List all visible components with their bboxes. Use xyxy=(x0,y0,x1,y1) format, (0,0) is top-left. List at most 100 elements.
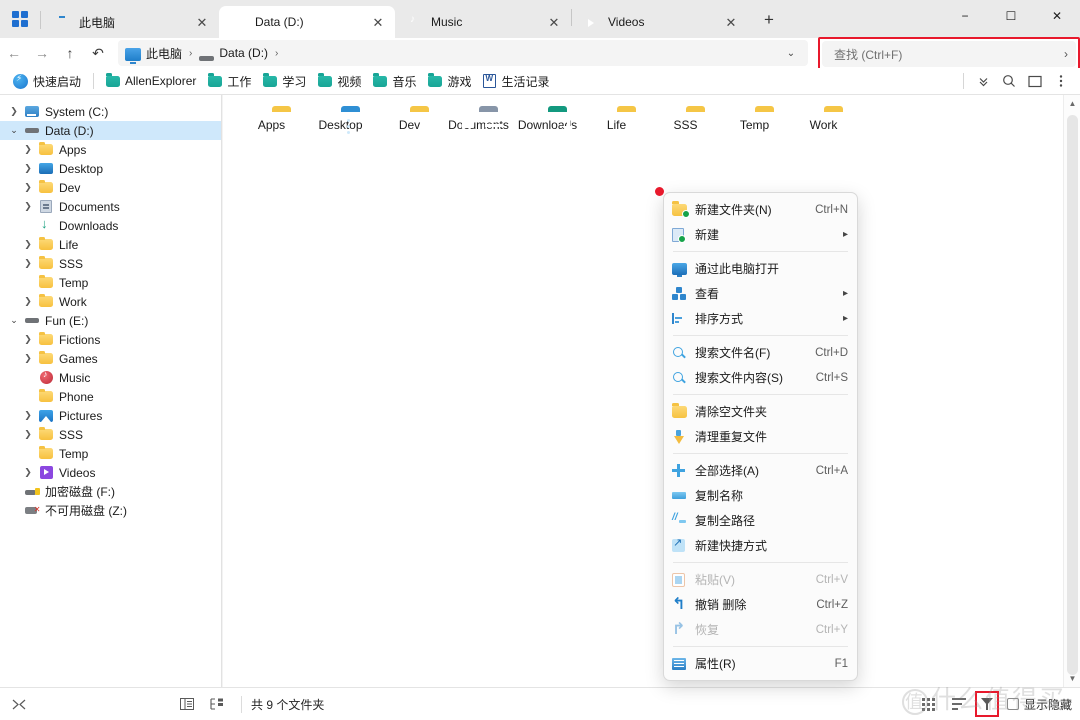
chevron-right-icon[interactable]: ❯ xyxy=(6,106,22,117)
breadcrumb-dropdown-icon[interactable]: ⌄ xyxy=(778,48,804,59)
file-item-dev[interactable]: Dev xyxy=(375,103,444,181)
context-menu[interactable]: 新建文件夹(N) Ctrl+N 新建 ▸ 通过此电脑打开 查看 ▸ 排序方式 ▸ xyxy=(663,192,858,681)
tab-close-icon[interactable]: ✕ xyxy=(543,11,565,33)
show-hidden-checkbox[interactable] xyxy=(1006,698,1019,710)
filter-icon[interactable] xyxy=(974,691,1000,717)
file-item-downloads[interactable]: Downloads xyxy=(513,103,582,181)
sidebar-item-dev[interactable]: ❯ Dev xyxy=(0,178,221,197)
minimize-button[interactable]: − xyxy=(942,0,988,32)
sidebar-item-temp-e[interactable]: Temp xyxy=(0,444,221,463)
close-button[interactable]: ✕ xyxy=(1034,0,1080,32)
navigation-pane[interactable]: ❯ System (C:) ⌄ Data (D:) ❯ Apps ❯ Deskt… xyxy=(0,95,222,687)
tab-this-pc[interactable]: 此电脑 ✕ xyxy=(43,6,219,38)
breadcrumb-separator[interactable]: › xyxy=(185,48,196,59)
chevron-right-icon[interactable]: ❯ xyxy=(20,182,36,193)
sidebar-item-pictures[interactable]: ❯ Pictures xyxy=(0,406,221,425)
breadcrumb[interactable]: 此电脑 › Data (D:) › ⌄ xyxy=(118,40,808,66)
sidebar-item-fictions[interactable]: ❯ Fictions xyxy=(0,330,221,349)
bookmark-music[interactable]: 音乐 xyxy=(368,70,421,92)
tab-close-icon[interactable]: ✕ xyxy=(367,11,389,33)
refresh-button[interactable]: ↶ xyxy=(84,40,112,66)
sidebar-item-encrypted-drive[interactable]: 加密磁盘 (F:) xyxy=(0,482,221,501)
sidebar-item-desktop[interactable]: ❯ Desktop xyxy=(0,159,221,178)
sidebar-item-life[interactable]: ❯ Life xyxy=(0,235,221,254)
tab-music[interactable]: Music ✕ xyxy=(395,6,571,38)
navigation-pane-icon[interactable] xyxy=(202,692,232,716)
shuffle-icon[interactable] xyxy=(4,692,34,716)
sidebar-item-downloads[interactable]: Downloads xyxy=(0,216,221,235)
menu-item-properties[interactable]: 属性(R) F1 xyxy=(664,651,857,676)
bookmark-study[interactable]: 学习 xyxy=(258,70,311,92)
chevron-double-down-icon[interactable] xyxy=(970,70,996,92)
bookmark-life-record[interactable]: 生活记录 xyxy=(478,70,554,92)
file-item-desktop[interactable]: Desktop xyxy=(306,103,375,181)
file-item-life[interactable]: Life xyxy=(582,103,651,181)
menu-item-copy-full-path[interactable]: 复制全路径 xyxy=(664,508,857,533)
menu-item-search-filename[interactable]: 搜索文件名(F) Ctrl+D xyxy=(664,340,857,365)
chevron-right-icon[interactable]: ❯ xyxy=(20,239,36,250)
menu-item-new-shortcut[interactable]: 新建快捷方式 xyxy=(664,533,857,558)
maximize-button[interactable]: ☐ xyxy=(988,0,1034,32)
new-tab-button[interactable]: + xyxy=(754,5,784,35)
preview-pane-icon[interactable] xyxy=(1022,70,1048,92)
tab-close-icon[interactable]: ✕ xyxy=(191,11,213,33)
chevron-right-icon[interactable]: ❯ xyxy=(20,334,36,345)
bookmark-games[interactable]: 游戏 xyxy=(423,70,476,92)
menu-item-copy-name[interactable]: 复制名称 xyxy=(664,483,857,508)
vertical-scrollbar[interactable]: ▲ ▼ xyxy=(1063,95,1080,687)
sidebar-item-apps[interactable]: ❯ Apps xyxy=(0,140,221,159)
menu-item-open-with-pc[interactable]: 通过此电脑打开 xyxy=(664,256,857,281)
windows-grid-icon[interactable] xyxy=(0,0,40,38)
search-expand-icon[interactable]: › xyxy=(1064,47,1068,61)
forward-button[interactable]: → xyxy=(28,40,56,66)
search-icon[interactable] xyxy=(996,70,1022,92)
menu-item-search-content[interactable]: 搜索文件内容(S) Ctrl+S xyxy=(664,365,857,390)
file-item-sss[interactable]: SSS xyxy=(651,103,720,181)
tab-data-d[interactable]: Data (D:) ✕ xyxy=(219,6,395,38)
chevron-down-icon[interactable]: ⌄ xyxy=(6,315,22,326)
menu-item-undo-delete[interactable]: 撤销 删除 Ctrl+Z xyxy=(664,592,857,617)
sidebar-item-fun-e[interactable]: ⌄ Fun (E:) xyxy=(0,311,221,330)
sidebar-item-sss[interactable]: ❯ SSS xyxy=(0,254,221,273)
tab-close-icon[interactable]: ✕ xyxy=(720,11,742,33)
breadcrumb-separator[interactable]: › xyxy=(271,48,282,59)
bookmark-video[interactable]: 视频 xyxy=(313,70,366,92)
sidebar-item-sss-e[interactable]: ❯ SSS xyxy=(0,425,221,444)
search-input[interactable]: 查找 (Ctrl+F) › xyxy=(822,41,1076,67)
chevron-right-icon[interactable]: ❯ xyxy=(20,296,36,307)
menu-item-clean-duplicates[interactable]: 清理重复文件 xyxy=(664,424,857,449)
chevron-right-icon[interactable]: ❯ xyxy=(20,144,36,155)
chevron-right-icon[interactable]: ❯ xyxy=(20,429,36,440)
breadcrumb-item-this-pc[interactable]: 此电脑 xyxy=(122,42,185,64)
menu-item-new[interactable]: 新建 ▸ xyxy=(664,222,857,247)
chevron-right-icon[interactable]: ❯ xyxy=(20,163,36,174)
menu-item-select-all[interactable]: 全部选择(A) Ctrl+A xyxy=(664,458,857,483)
file-item-work[interactable]: Work xyxy=(789,103,858,181)
bookmark-work[interactable]: 工作 xyxy=(203,70,256,92)
scroll-up-icon[interactable]: ▲ xyxy=(1064,95,1080,112)
more-options-icon[interactable] xyxy=(1048,70,1074,92)
sidebar-item-unavailable-drive[interactable]: 不可用磁盘 (Z:) xyxy=(0,501,221,520)
sidebar-item-work[interactable]: ❯ Work xyxy=(0,292,221,311)
chevron-right-icon[interactable]: ❯ xyxy=(20,353,36,364)
sidebar-item-videos[interactable]: ❯ Videos xyxy=(0,463,221,482)
chevron-right-icon[interactable]: ❯ xyxy=(20,258,36,269)
back-button[interactable]: ← xyxy=(0,40,28,66)
menu-item-clear-empty-folders[interactable]: 清除空文件夹 xyxy=(664,399,857,424)
chevron-right-icon[interactable]: ❯ xyxy=(20,467,36,478)
sidebar-item-temp[interactable]: Temp xyxy=(0,273,221,292)
sidebar-item-music[interactable]: Music xyxy=(0,368,221,387)
tab-videos[interactable]: Videos ✕ xyxy=(572,6,748,38)
details-pane-icon[interactable] xyxy=(172,692,202,716)
file-item-documents[interactable]: Documents xyxy=(444,103,513,181)
bookmark-quick-launch[interactable]: 快速启动 xyxy=(8,70,86,92)
menu-item-new-folder[interactable]: 新建文件夹(N) Ctrl+N xyxy=(664,197,857,222)
sidebar-item-documents[interactable]: ❯ Documents xyxy=(0,197,221,216)
breadcrumb-item-data-d[interactable]: Data (D:) xyxy=(196,42,271,64)
chevron-right-icon[interactable]: ❯ xyxy=(20,410,36,421)
sidebar-item-data-d[interactable]: ⌄ Data (D:) xyxy=(0,121,221,140)
sidebar-item-phone[interactable]: Phone xyxy=(0,387,221,406)
chevron-right-icon[interactable]: ❯ xyxy=(20,201,36,212)
menu-item-sort-by[interactable]: 排序方式 ▸ xyxy=(664,306,857,331)
file-list-pane[interactable]: Apps Desktop Dev Documents Downloads Lif… xyxy=(223,95,1063,687)
